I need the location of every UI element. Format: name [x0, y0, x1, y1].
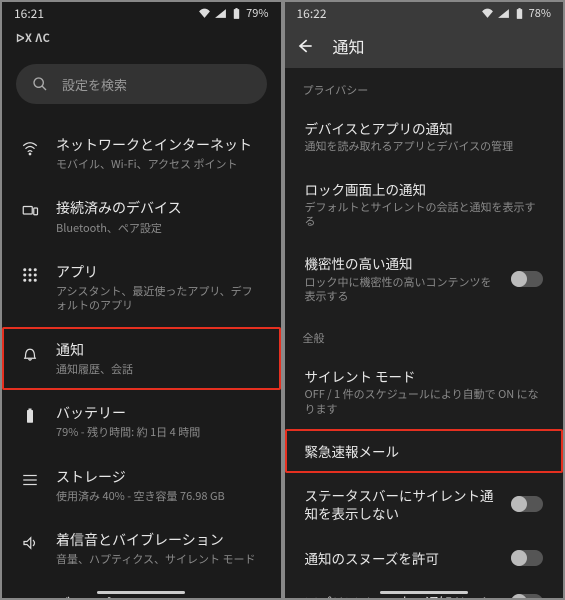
bell-icon: [21, 344, 39, 362]
nav-handle[interactable]: [97, 591, 185, 594]
wifi-icon: [21, 139, 39, 157]
battery-percent: 79%: [246, 5, 268, 21]
settings-list: ネットワークとインターネットモバイル、Wi-Fi、アクセス ポイント 接続済みの…: [2, 122, 281, 598]
battery-percent: 78%: [529, 5, 551, 21]
settings-item-apps[interactable]: アプリアシスタント、最近使ったアプリ、デフォルトのアプリ: [2, 249, 281, 327]
status-time: 16:21: [14, 5, 44, 22]
battery-icon: [21, 407, 39, 425]
nav-handle[interactable]: [380, 591, 468, 594]
status-time: 16:22: [297, 5, 327, 22]
settings-item-battery[interactable]: バッテリー79% - 残り時間: 約 1日 4 時間: [2, 390, 281, 453]
search-placeholder: 設定を検索: [62, 75, 127, 94]
section-general: 全般: [285, 316, 564, 354]
settings-item-storage[interactable]: ストレージ使用済み 40% - 空き容量 76.98 GB: [2, 454, 281, 517]
battery-icon: [230, 7, 243, 20]
signal-icon: [214, 7, 227, 20]
wifi-icon: [198, 7, 211, 20]
toggle-sensitive[interactable]: [511, 271, 543, 287]
page-title: 通知: [333, 34, 365, 58]
toggle-icon-badges[interactable]: [511, 594, 543, 598]
notif-item-silent-mode[interactable]: サイレント モードOFF / 1 件のスケジュールにより自動で ON になります: [285, 354, 564, 429]
settings-root-screen: 16:21 79% ᐅX ΛC 設定を検索 ネットワークとインターネットモバイル…: [2, 2, 281, 598]
status-bar: 16:22 78%: [285, 2, 564, 24]
notif-item-icon-badges[interactable]: アプリアイコン上の通知ドット: [285, 580, 564, 598]
battery-icon: [513, 7, 526, 20]
volume-icon: [21, 534, 39, 552]
notif-item-snooze[interactable]: 通知のスヌーズを許可: [285, 536, 564, 580]
notif-item-device-apps[interactable]: デバイスとアプリの通知通知を読み取れるアプリとデバイスの管理: [285, 106, 564, 167]
status-icons: 78%: [481, 5, 551, 21]
search-icon: [32, 76, 48, 92]
storage-icon: [21, 471, 39, 489]
notif-item-emergency[interactable]: 緊急速報メール: [285, 429, 564, 473]
wifi-icon: [481, 7, 494, 20]
settings-item-sound[interactable]: 着信音とバイブレーション音量、ハプティクス、サイレント モード: [2, 517, 281, 580]
search-input[interactable]: 設定を検索: [16, 64, 267, 104]
section-privacy: プライバシー: [285, 68, 564, 106]
brand-logo: ᐅX ΛC: [2, 24, 281, 54]
settings-item-display[interactable]: ディスプレイダークモード、フォントサイズ、明るさ: [2, 581, 281, 598]
toggle-snooze[interactable]: [511, 550, 543, 566]
devices-icon: [21, 202, 39, 220]
signal-icon: [497, 7, 510, 20]
notif-item-status-silent[interactable]: ステータスバーにサイレント通知を表示しない: [285, 473, 564, 535]
notif-item-sensitive[interactable]: 機密性の高い通知ロック中に機密性の高いコンテンツを表示する: [285, 241, 564, 316]
status-bar: 16:21 79%: [2, 2, 281, 24]
apps-icon: [21, 266, 39, 284]
titlebar: 通知: [285, 24, 564, 68]
status-icons: 79%: [198, 5, 268, 21]
settings-item-devices[interactable]: 接続済みのデバイスBluetooth、ペア設定: [2, 185, 281, 248]
settings-item-notifications[interactable]: 通知通知履歴、会話: [2, 327, 281, 390]
toggle-status-silent[interactable]: [511, 496, 543, 512]
notifications-settings-screen: 16:22 78% 通知 プライバシー デバイスとアプリの通知通知を読み取れるア…: [285, 2, 564, 598]
notif-item-lock-screen[interactable]: ロック画面上の通知デフォルトとサイレントの会話と通知を表示する: [285, 167, 564, 242]
back-icon[interactable]: [295, 36, 315, 56]
settings-item-network[interactable]: ネットワークとインターネットモバイル、Wi-Fi、アクセス ポイント: [2, 122, 281, 185]
